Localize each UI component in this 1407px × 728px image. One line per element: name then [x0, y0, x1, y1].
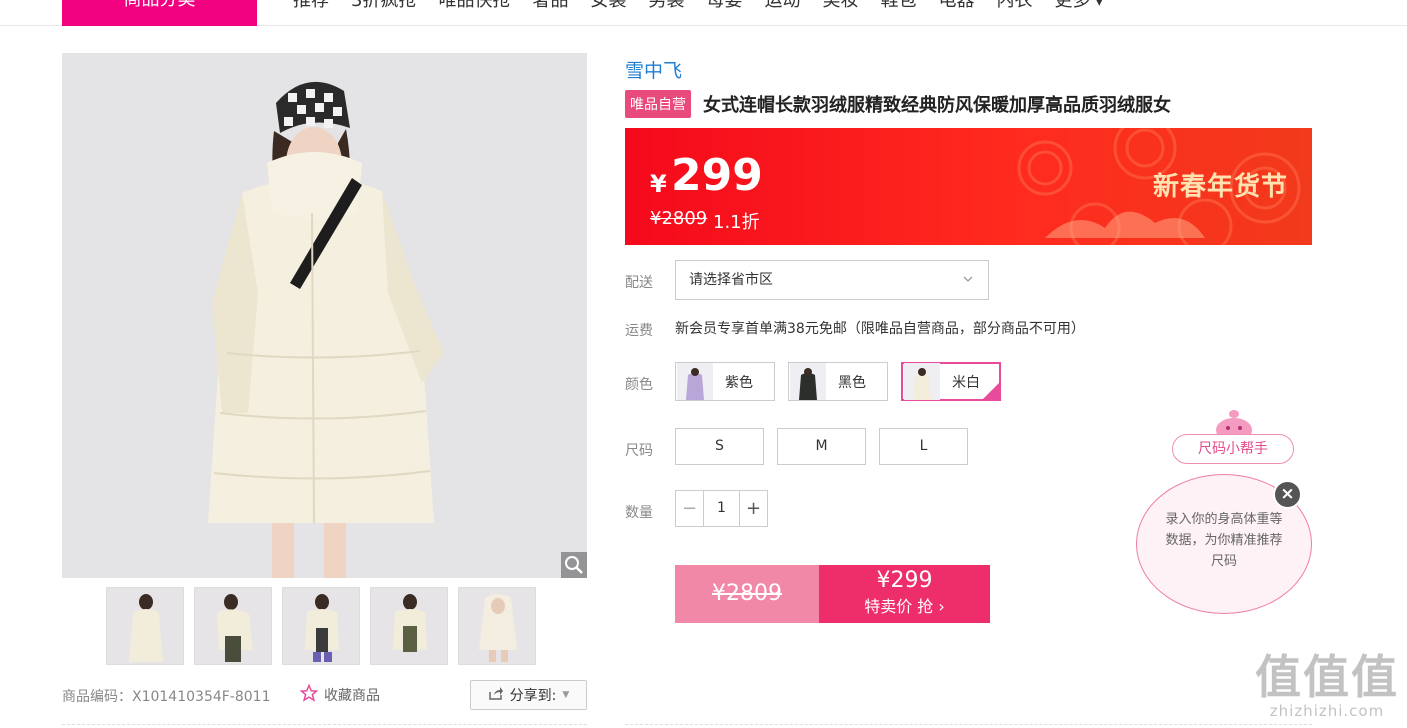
- nav-item-sports[interactable]: 运动: [764, 0, 800, 16]
- thumbnail[interactable]: [282, 587, 360, 665]
- favorite-label: 收藏商品: [324, 688, 380, 704]
- nav-item-underwear[interactable]: 内衣: [996, 0, 1032, 16]
- quantity-stepper: − 1 +: [675, 490, 768, 527]
- close-icon[interactable]: ×: [1273, 480, 1302, 509]
- main-product-image[interactable]: [62, 53, 587, 578]
- zoom-icon[interactable]: [561, 552, 587, 578]
- current-price: 299: [671, 150, 763, 201]
- top-nav: 商品分类 推荐 3折疯抢 唯品快抢 奢品 女装 男装 母婴 运动 美妆 鞋包 电…: [0, 0, 1407, 26]
- chevron-down-icon: [962, 261, 974, 314]
- color-thumb: [790, 363, 826, 400]
- self-operated-badge: 唯品自营: [625, 90, 691, 118]
- nav-item-more[interactable]: 更多 ▾: [1054, 0, 1102, 16]
- caret-down-icon: ▼: [562, 690, 570, 700]
- region-select-value: 请选择省市区: [689, 272, 773, 288]
- site-watermark: 值值值 zhizhizhi.com: [1255, 652, 1399, 720]
- nav-item-recommend[interactable]: 推荐: [293, 0, 329, 16]
- buy-action-label: 特卖价 抢: [864, 597, 934, 616]
- buy-original-price: ¥2809: [675, 565, 819, 623]
- watermark-logo: 值值值: [1255, 650, 1399, 704]
- shipping-info: 新会员专享首单满38元免邮（限唯品自营商品，部分商品不可用）: [675, 321, 1085, 337]
- divider: [625, 724, 1312, 725]
- divider: [62, 724, 587, 725]
- share-label: 分享到:: [509, 688, 557, 704]
- color-label: 颜色: [625, 377, 653, 393]
- product-title: 女式连帽长款羽绒服精致经典防风保暖加厚高品质羽绒服女: [703, 95, 1171, 116]
- watermark-url: zhizhizhi.com: [1269, 702, 1385, 720]
- color-thumb: [904, 363, 940, 400]
- color-thumb: [677, 363, 713, 400]
- share-icon: [488, 686, 504, 704]
- buy-price: ¥299: [876, 568, 933, 593]
- color-option-purple[interactable]: 紫色: [675, 362, 775, 401]
- price-currency: ¥: [650, 170, 667, 198]
- minus-button[interactable]: −: [676, 491, 703, 526]
- size-helper-tag[interactable]: 尺码小帮手: [1172, 434, 1294, 464]
- nav-item-men[interactable]: 男装: [648, 0, 684, 16]
- buy-now[interactable]: ¥299 特卖价 抢 ›: [819, 565, 990, 623]
- plus-button[interactable]: +: [740, 491, 767, 526]
- share-button[interactable]: 分享到: ▼: [470, 680, 587, 710]
- shipping-label: 运费: [625, 323, 653, 339]
- delivery-label: 配送: [625, 275, 653, 291]
- thumbnail[interactable]: [370, 587, 448, 665]
- nav-item-women[interactable]: 女装: [590, 0, 626, 16]
- thumbnail[interactable]: [458, 587, 536, 665]
- sku-code: 商品编码：X101410354F-8011: [62, 689, 271, 705]
- buy-action-row: 特卖价 抢 ›: [819, 595, 990, 619]
- star-icon: [299, 683, 319, 706]
- color-option-label: 黑色: [838, 374, 866, 391]
- nav-more-label: 更多: [1054, 0, 1091, 11]
- size-option-l[interactable]: L: [879, 428, 968, 465]
- favorite-button[interactable]: 收藏商品: [299, 683, 380, 706]
- price-banner: ¥ 299 ¥2809 1.1折 新春年货节: [625, 128, 1312, 245]
- festival-title: 新春年货节: [1152, 172, 1288, 202]
- size-option-s[interactable]: S: [675, 428, 764, 465]
- original-price: ¥2809: [650, 208, 708, 229]
- chevron-down-icon: ▾: [1096, 0, 1103, 9]
- thumbnail[interactable]: [194, 587, 272, 665]
- thumbnail[interactable]: [106, 587, 184, 665]
- brand-link[interactable]: 雪中飞: [625, 56, 682, 83]
- color-option-label: 紫色: [725, 374, 753, 391]
- nav-item-quick-grab[interactable]: 唯品快抢: [438, 0, 510, 16]
- nav-items: 推荐 3折疯抢 唯品快抢 奢品 女装 男装 母婴 运动 美妆 鞋包 电器 内衣 …: [293, 0, 1124, 16]
- nav-item-luxury[interactable]: 奢品: [532, 0, 568, 16]
- model-photo: [208, 81, 444, 578]
- color-option-black[interactable]: 黑色: [788, 362, 888, 401]
- category-button[interactable]: 商品分类: [62, 0, 257, 26]
- nav-item-baby[interactable]: 母婴: [706, 0, 742, 16]
- buy-button[interactable]: ¥2809 ¥299 特卖价 抢 ›: [675, 565, 990, 623]
- region-select[interactable]: 请选择省市区: [675, 260, 989, 300]
- quantity-value[interactable]: 1: [703, 491, 740, 526]
- size-label: 尺码: [625, 443, 653, 459]
- gallery-meta-row: 商品编码：X101410354F-8011 收藏商品 分享到: ▼: [62, 680, 587, 710]
- thumbnail-strip: [106, 587, 536, 665]
- color-option-label: 米白: [952, 374, 980, 391]
- color-option-offwhite[interactable]: 米白: [901, 362, 1001, 401]
- check-icon: [983, 383, 999, 399]
- nav-item-appliances[interactable]: 电器: [938, 0, 974, 16]
- chevron-right-icon: ›: [938, 597, 945, 616]
- quantity-label: 数量: [625, 505, 653, 521]
- size-option-m[interactable]: M: [777, 428, 866, 465]
- discount-rate: 1.1折: [713, 212, 760, 233]
- nav-item-shoes-bags[interactable]: 鞋包: [880, 0, 916, 16]
- nav-item-beauty[interactable]: 美妆: [822, 0, 858, 16]
- title-row: 唯品自营 女式连帽长款羽绒服精致经典防风保暖加厚高品质羽绒服女: [625, 90, 1171, 118]
- nav-item-flash-30[interactable]: 3折疯抢: [351, 0, 416, 16]
